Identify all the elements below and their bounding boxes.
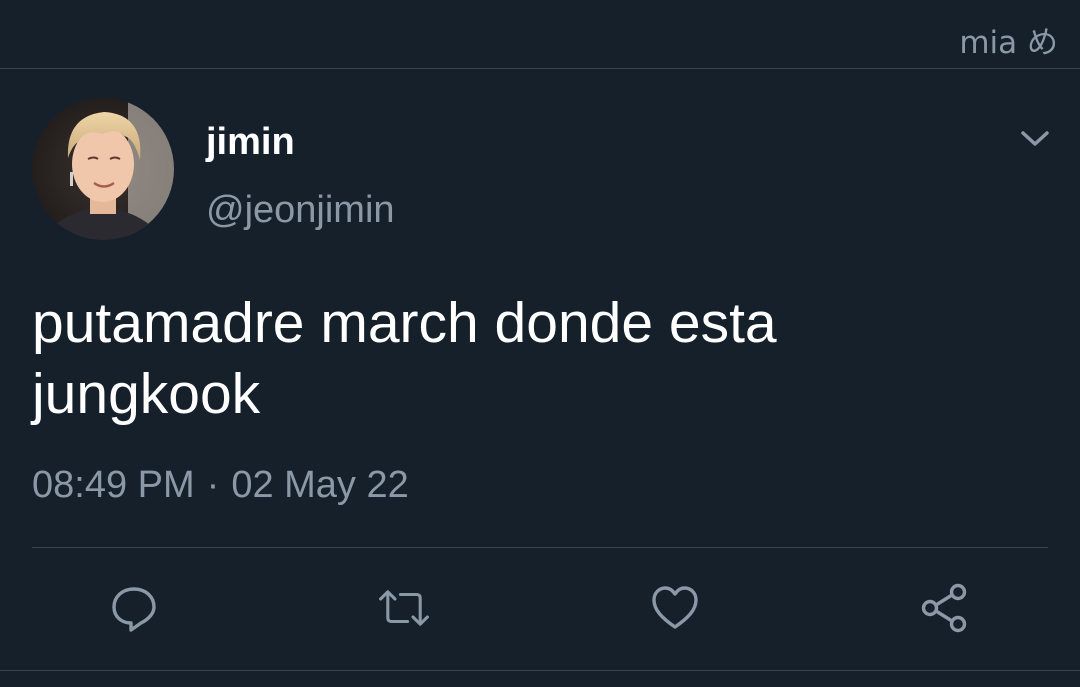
action-bar (0, 578, 1080, 638)
display-name[interactable]: jimin (206, 121, 295, 164)
tweet-text: putamadre march donde esta jungkook (32, 288, 1032, 430)
tweet-text-line: putamadre march donde esta (32, 291, 777, 355)
divider (0, 670, 1080, 671)
meta-separator: · (206, 464, 220, 506)
tweet-timestamp: 08:49 PM · 02 May 22 (32, 464, 409, 507)
share-icon (921, 583, 967, 633)
avatar[interactable] (32, 98, 174, 240)
watermark: mia め (959, 25, 1058, 61)
divider (32, 547, 1048, 548)
tweet-text-line: jungkook (32, 362, 261, 426)
reply-button[interactable] (104, 578, 164, 638)
tweet-date: 02 May 22 (231, 464, 409, 506)
retweet-icon (379, 590, 429, 626)
heart-icon (652, 586, 698, 629)
like-button[interactable] (645, 578, 705, 638)
reply-icon (112, 587, 156, 632)
tweet-time: 08:49 PM (32, 464, 195, 506)
top-bar: mia め (0, 0, 1080, 69)
retweet-button[interactable] (374, 578, 434, 638)
avatar-image (32, 98, 174, 240)
chevron-down-icon[interactable] (1018, 124, 1052, 152)
share-button[interactable] (915, 578, 975, 638)
user-handle[interactable]: @jeonjimin (206, 189, 395, 232)
